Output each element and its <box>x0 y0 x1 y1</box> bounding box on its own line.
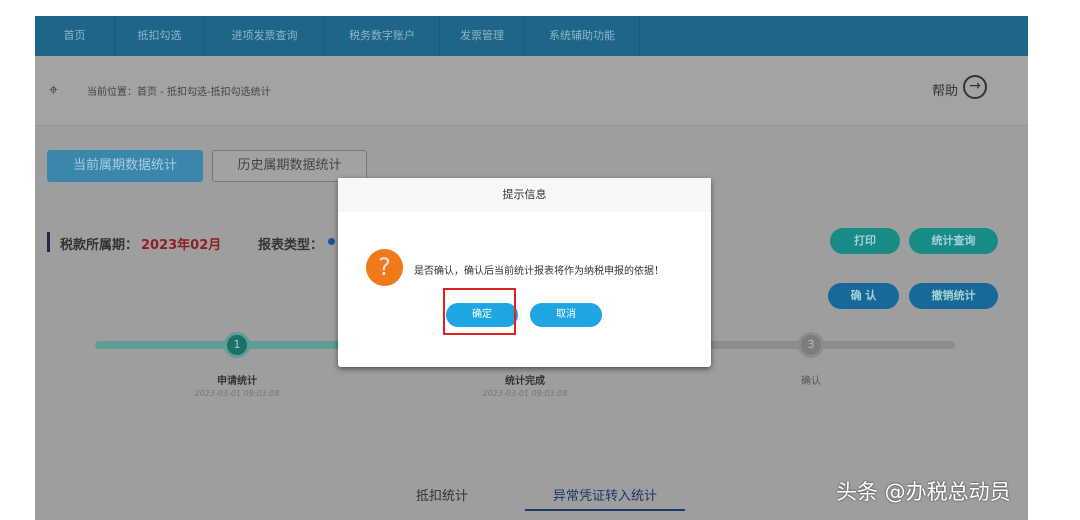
step-1-label: 申请统计 <box>217 376 257 387</box>
question-icon: ? <box>366 249 403 286</box>
step-3-circle: 3 <box>798 332 824 358</box>
nav-system-tools[interactable]: 系统辅助功能 <box>525 16 640 56</box>
watermark: 头条 @办税总动员 <box>836 480 1011 504</box>
breadcrumb-bar: ⌖ 当前位置：首页 - 抵扣勾选-抵扣勾选统计 帮助 → <box>35 56 1028 126</box>
breadcrumb: 当前位置：首页 - 抵扣勾选-抵扣勾选统计 <box>87 87 271 98</box>
tab-abnormal-voucher-stat[interactable]: 异常凭证转入统计 <box>525 485 685 511</box>
section-marker <box>47 232 50 252</box>
arrow-right-icon[interactable]: → <box>963 75 987 99</box>
nav-tax-account[interactable]: 税务数字账户 <box>325 16 440 56</box>
step-1-time: 2023-03-01 09:03:08 <box>194 389 280 398</box>
tab-current-period[interactable]: 当前属期数据统计 <box>47 150 203 182</box>
nav-home[interactable]: 首页 <box>35 16 115 56</box>
nav-deduction[interactable]: 抵扣勾选 <box>115 16 205 56</box>
step-3-label: 确认 <box>801 376 821 387</box>
confirm-dialog: 提示信息 ? 是否确认，确认后当前统计报表将作为纳税申报的依据！ 确定 取消 <box>338 178 711 367</box>
nav-invoice-manage[interactable]: 发票管理 <box>440 16 525 56</box>
confirm-button[interactable]: 确 认 <box>828 283 899 309</box>
print-button[interactable]: 打印 <box>830 228 900 254</box>
report-type-label: 报表类型： <box>258 238 324 253</box>
dialog-message: 是否确认，确认后当前统计报表将作为纳税申报的依据！ <box>414 266 664 277</box>
step-2-time: 2023-03-01 09:03:08 <box>482 389 568 398</box>
report-type-radio[interactable] <box>328 238 335 245</box>
location-icon: ⌖ <box>49 80 59 99</box>
dialog-title: 提示信息 <box>338 178 711 212</box>
period-label: 税款所属期： <box>60 238 139 253</box>
help-link[interactable]: 帮助 <box>932 80 958 99</box>
highlight-box <box>443 288 516 335</box>
stat-query-button[interactable]: 统计查询 <box>909 228 998 254</box>
cancel-button[interactable]: 取消 <box>530 303 602 327</box>
step-2-label: 统计完成 <box>505 376 545 387</box>
step-1-circle: 1 <box>224 332 250 358</box>
nav-invoice-query[interactable]: 进项发票查询 <box>205 16 325 56</box>
tab-deduction-stat[interactable]: 抵扣统计 <box>416 485 468 504</box>
period-value: 2023年02月 <box>141 238 222 253</box>
revoke-stat-button[interactable]: 撤销统计 <box>909 283 998 309</box>
top-nav: 首页 抵扣勾选 进项发票查询 税务数字账户 发票管理 系统辅助功能 <box>35 16 1028 56</box>
